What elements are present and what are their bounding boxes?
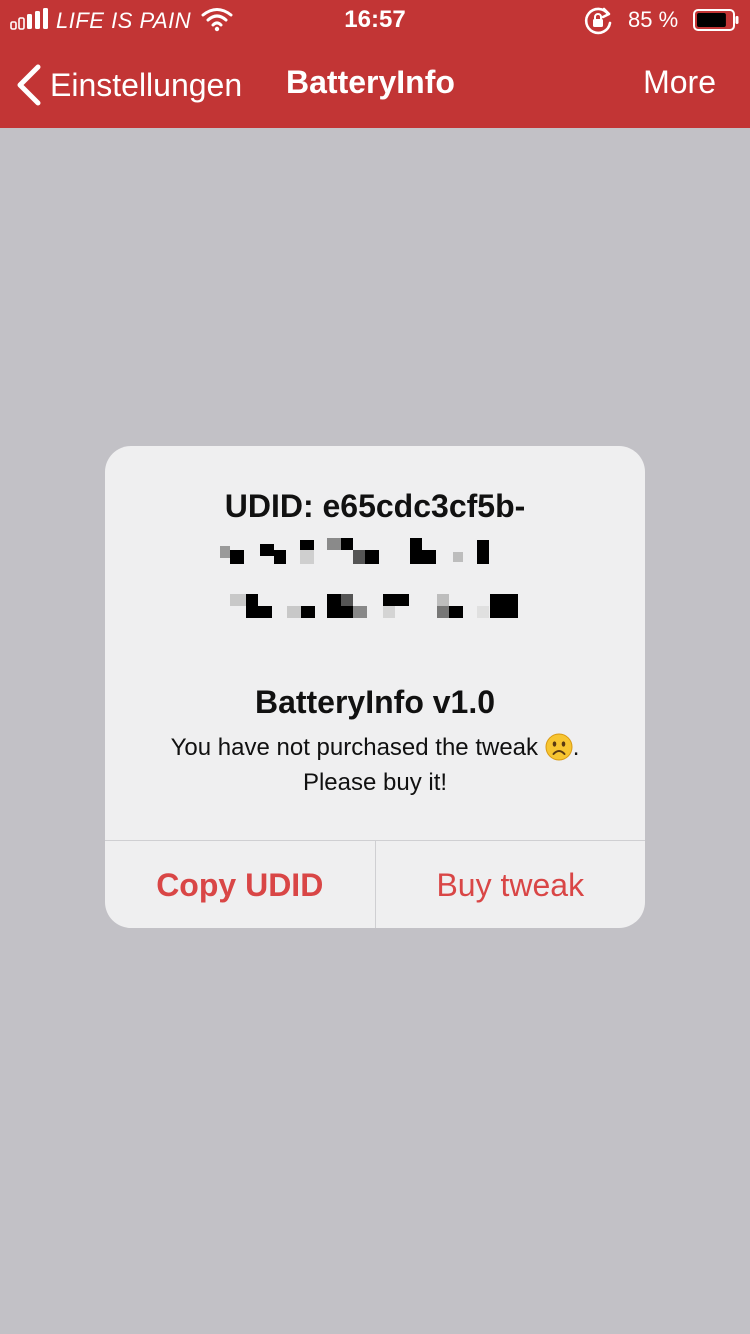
navigation-bar: Einstellungen BatteryInfo More [0,42,750,128]
alert-title: BatteryInfo v1.0 [254,684,496,720]
header: LIFE IS PAIN 16:57 85 % Einstellungen Ba… [0,0,750,128]
page-title: BatteryInfo [286,64,455,100]
copy-udid-button[interactable]: Copy UDID [105,841,376,928]
more-button[interactable]: More [643,64,716,101]
back-label: Einstellungen [50,66,243,103]
alert-content: UDID: e65cdc3cf5b- BatteryInfo v1.0 You … [105,446,645,840]
message-line-1-end: . [572,734,580,761]
chevron-left-icon [17,64,41,106]
alert-message: You have not purchased the tweak . Pleas… [125,730,625,800]
back-button[interactable]: Einstellungen [14,60,242,110]
purchase-alert: UDID: e65cdc3cf5b- BatteryInfo v1.0 You … [105,446,645,928]
sad-face-icon [545,733,573,761]
status-bar: LIFE IS PAIN 16:57 85 % [0,0,750,42]
redacted-udid-pixelation [220,538,518,618]
battery-percentage: 85 % [628,7,679,32]
buy-tweak-button[interactable]: Buy tweak [376,841,646,928]
rotation-lock-icon [584,7,612,35]
alert-actions: Copy UDID Buy tweak [105,840,645,928]
message-line-2: Please buy it! [302,769,448,796]
udid-text: UDID: e65cdc3cf5b- [224,488,526,524]
battery-icon [693,9,739,31]
message-line-1: You have not purchased the tweak [170,734,539,761]
